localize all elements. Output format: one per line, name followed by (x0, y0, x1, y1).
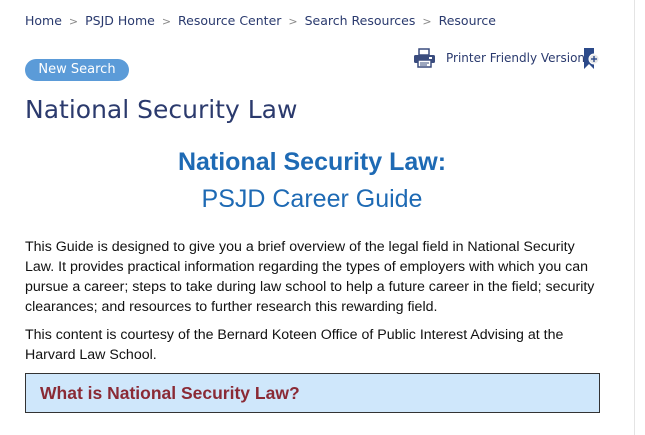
guide-credit-paragraph: This content is courtesy of the Bernard … (25, 327, 564, 363)
printer-icon[interactable] (413, 48, 436, 73)
new-search-button[interactable]: New Search (25, 59, 129, 81)
breadcrumb-separator: > (422, 15, 432, 28)
bookmark-icon[interactable] (582, 47, 600, 76)
breadcrumb-separator: > (161, 15, 172, 28)
breadcrumb-resource[interactable]: Resource (439, 13, 496, 28)
page-title: National Security Law (25, 95, 298, 124)
breadcrumb-search-resources[interactable]: Search Resources (305, 13, 416, 28)
guide-title: National Security Law: (177, 148, 447, 176)
content-border (634, 0, 635, 435)
breadcrumb-separator: > (288, 15, 298, 28)
section-header-box: What is National Security Law? (25, 373, 600, 413)
printer-friendly-link[interactable]: Printer Friendly Version (446, 51, 585, 65)
section-heading: What is National Security Law? (40, 383, 300, 403)
guide-subtitle: PSJD Career Guide (201, 185, 423, 213)
breadcrumb-psjd-home[interactable]: PSJD Home (85, 13, 155, 28)
breadcrumb: Home > PSJD Home > Resource Center > Search Re… (25, 13, 496, 28)
breadcrumb-resource-center[interactable]: Resource Center (178, 13, 281, 28)
guide-intro-paragraph: This Guide is designed to give you a bri… (25, 239, 595, 315)
breadcrumb-home[interactable]: Home (25, 13, 62, 28)
breadcrumb-separator: > (68, 15, 79, 28)
